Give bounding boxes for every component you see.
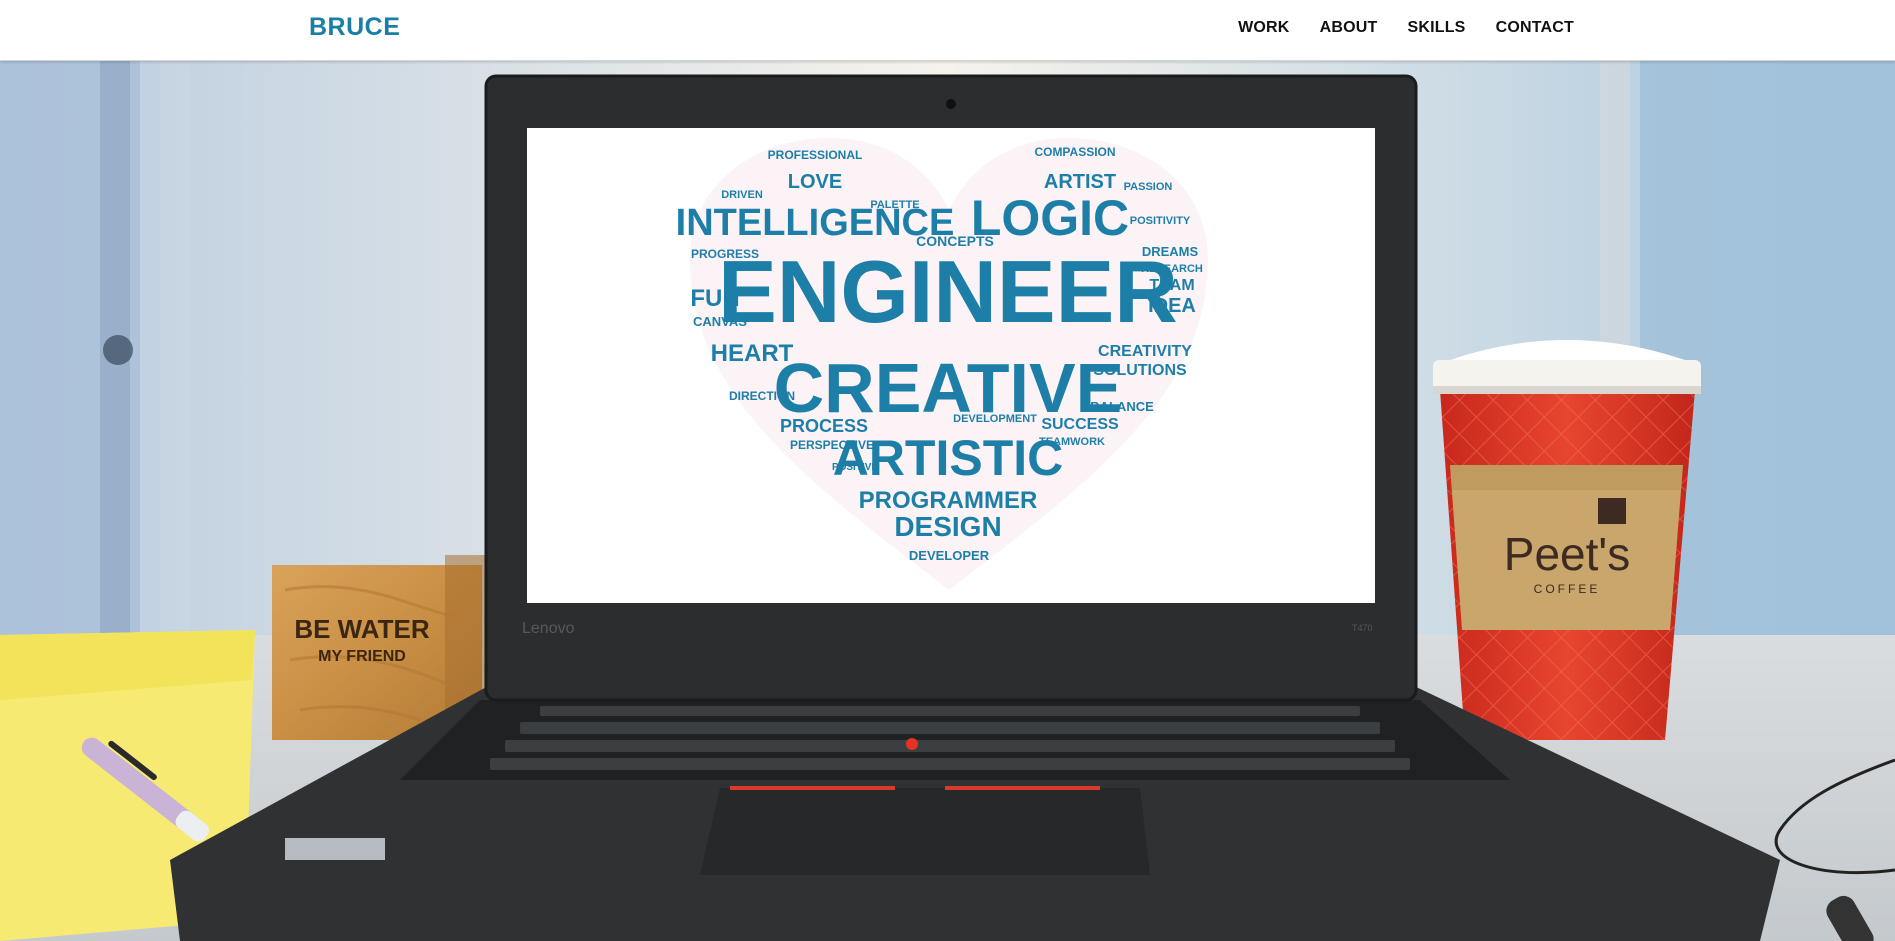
word-creativity: CREATIVITY — [1098, 343, 1192, 360]
word-logic: LOGIC — [971, 190, 1129, 246]
navbar: BRUCE WORK ABOUT SKILLS CONTACT — [0, 0, 1895, 61]
cube-text-line2: MY FRIEND — [318, 648, 406, 665]
laptop-brand-text: Lenovo — [522, 620, 575, 637]
word-idea: IDEA — [1148, 295, 1196, 317]
word-success: SUCCESS — [1041, 416, 1119, 433]
word-process: PROCESS — [780, 416, 868, 436]
word-positivity: POSITIVITY — [1130, 215, 1191, 227]
word-passion: PASSION — [1124, 181, 1173, 193]
word-concepts: CONCEPTS — [916, 233, 994, 249]
word-teamwork: TEAMWORK — [1039, 436, 1105, 448]
word-research: RESEARCH — [1141, 263, 1203, 275]
word-palette: PALETTE — [870, 199, 919, 211]
hero-image: BE WATER MY FRIEND Peet's COFFEE Lenovo … — [0, 60, 1895, 941]
hero-illustration: BE WATER MY FRIEND Peet's COFFEE Lenovo … — [0, 60, 1895, 941]
word-engineer: ENGINEER — [718, 242, 1178, 341]
word-team: TEAM — [1149, 277, 1194, 294]
cup-brand-text: Peet's — [1504, 528, 1630, 580]
word-dreams: DREAMS — [1142, 244, 1199, 259]
word-programmer: PROGRAMMER — [859, 487, 1038, 514]
word-compassion: COMPASSION — [1034, 145, 1115, 159]
word-driven: DRIVEN — [721, 189, 763, 201]
word-balance: BALANCE — [1090, 399, 1154, 414]
word-developer: DEVELOPER — [909, 548, 990, 563]
word-heart: HEART — [711, 340, 794, 367]
cube-text-line1: BE WATER — [294, 614, 430, 644]
word-canvas: CANVAS — [693, 314, 747, 329]
word-development: DEVELOPMENT — [953, 413, 1037, 425]
nav-link-skills[interactable]: SKILLS — [1407, 19, 1465, 37]
word-direction: DIRECTION — [729, 389, 795, 403]
nav-link-about[interactable]: ABOUT — [1320, 19, 1378, 37]
brand-logo[interactable]: BRUCE — [309, 13, 400, 42]
word-professional: PROFESSIONAL — [768, 148, 863, 162]
cup-sub-text: COFFEE — [1534, 582, 1601, 596]
nav-link-contact[interactable]: CONTACT — [1496, 19, 1574, 37]
nav-link-work[interactable]: WORK — [1238, 19, 1289, 37]
word-perspective: PERSPECTIVE — [790, 438, 874, 452]
word-love: LOVE — [788, 171, 842, 193]
word-solutions: SOLUTIONS — [1093, 362, 1187, 379]
word-fun: FUN — [690, 285, 739, 312]
word-positive: POSITIVE — [832, 462, 878, 473]
main-nav: WORK ABOUT SKILLS CONTACT — [1238, 19, 1574, 37]
word-design: DESIGN — [894, 511, 1001, 542]
laptop-model-text: T470 — [1352, 623, 1373, 633]
word-progress: PROGRESS — [691, 247, 759, 261]
